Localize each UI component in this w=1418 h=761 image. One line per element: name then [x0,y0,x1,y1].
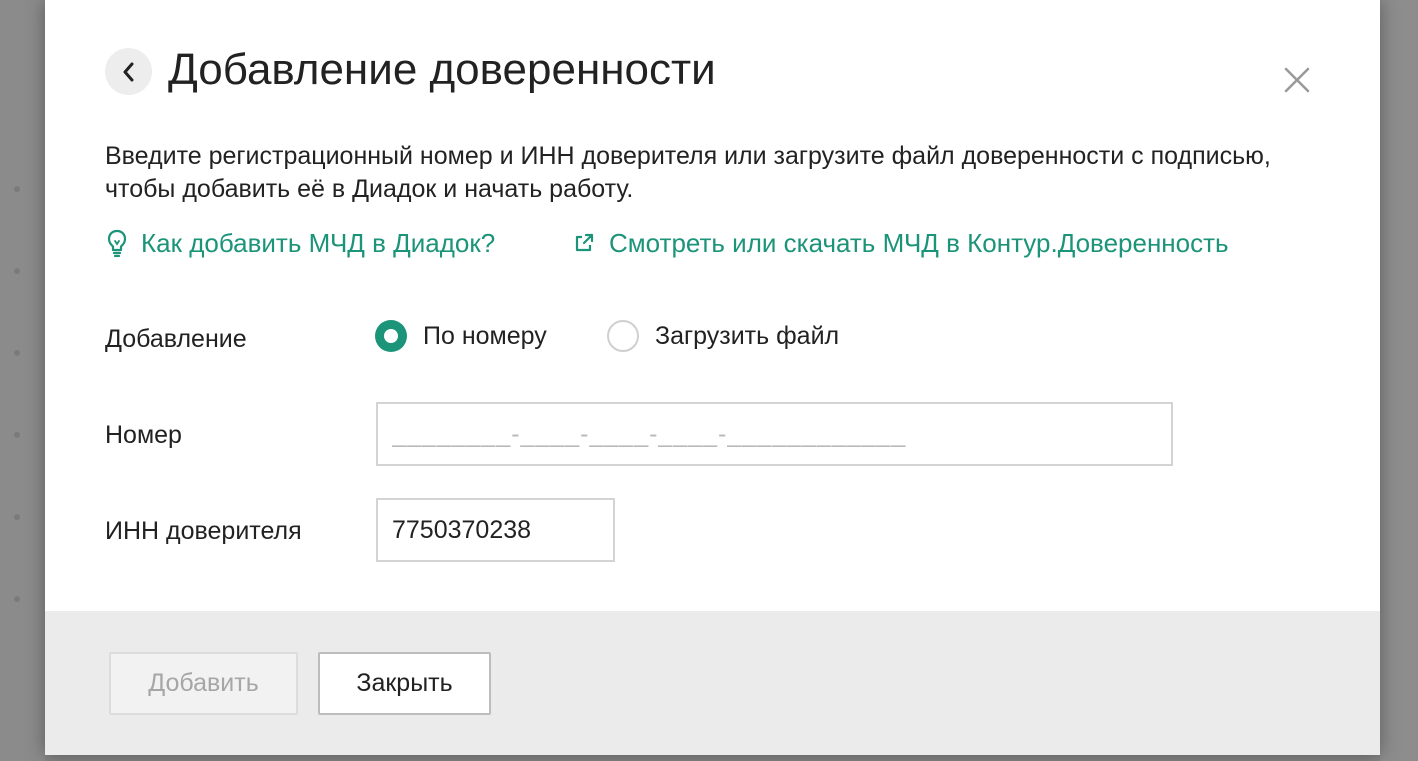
close-icon [1284,67,1310,93]
dialog-body: Добавление доверенности Введите регистра… [45,0,1380,611]
radio-upload-file-label: Загрузить файл [655,322,840,350]
background-dot [14,514,20,520]
background-dot [14,596,20,602]
radio-by-number-label: По номеру [423,322,547,350]
principal-inn-label: ИНН доверителя [105,517,302,545]
background-dot [14,268,20,274]
radio-by-number[interactable]: По номеру [375,320,547,352]
close-dialog-button[interactable] [1279,62,1315,98]
radio-upload-file[interactable]: Загрузить файл [607,320,839,352]
background-dot [14,350,20,356]
add-mode-label: Добавление [105,325,247,353]
lightbulb-icon [107,229,127,257]
add-power-of-attorney-dialog: Добавление доверенности Введите регистра… [45,0,1380,755]
back-button[interactable] [105,48,152,95]
background-page-strip [0,0,45,761]
external-link-icon [573,232,595,254]
kontur-poa-link[interactable]: Смотреть или скачать МЧД в Контур.Довере… [573,226,1229,260]
how-to-add-link-label: Как добавить МЧД в Диадок? [141,228,496,258]
kontur-poa-link-label: Смотреть или скачать МЧД в Контур.Довере… [609,228,1229,258]
background-dot [14,432,20,438]
dialog-title: Добавление доверенности [168,45,716,94]
dialog-footer: Добавить Закрыть [45,611,1380,755]
dialog-description: Введите регистрационный номер и ИНН дове… [105,142,1271,203]
number-label: Номер [105,421,182,449]
radio-checked-icon [375,320,407,352]
background-page-strip-right [1380,0,1418,761]
close-button[interactable]: Закрыть [318,652,491,715]
radio-unchecked-icon [607,320,639,352]
how-to-add-link[interactable]: Как добавить МЧД в Диадок? [107,226,495,260]
add-button[interactable]: Добавить [109,652,298,715]
principal-inn-input[interactable] [376,498,615,562]
number-input[interactable] [376,402,1173,466]
background-dot [14,186,20,192]
chevron-left-icon [123,62,133,81]
